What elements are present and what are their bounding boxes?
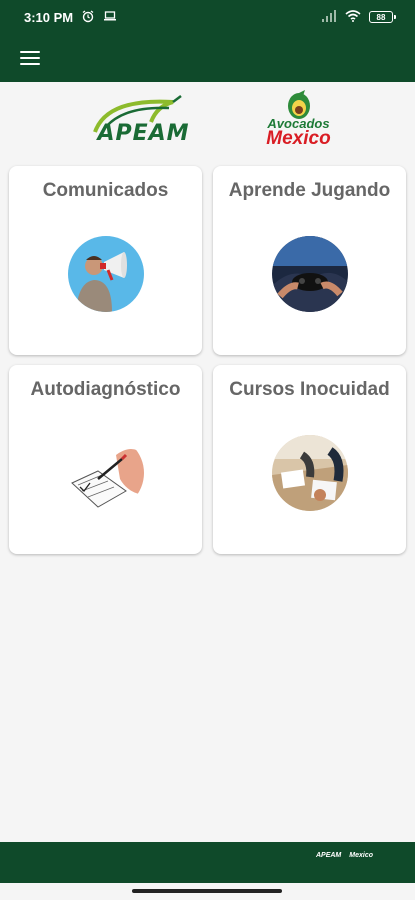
apeam-logo-text: APEAM bbox=[97, 121, 190, 146]
apeam-logo: APEAM bbox=[77, 90, 211, 154]
battery-level: 88 bbox=[376, 12, 386, 22]
game-controller-image bbox=[271, 236, 348, 312]
wifi-icon bbox=[345, 9, 361, 25]
footer-mexico-logo: Mexico bbox=[349, 852, 373, 859]
avocados-mexico-logo: Avocados Mexico bbox=[259, 90, 339, 154]
classroom-image bbox=[271, 435, 348, 511]
megaphone-image bbox=[67, 236, 144, 312]
header-logos: APEAM Avocados Mexico bbox=[0, 82, 415, 162]
gesture-nav-handle[interactable] bbox=[132, 889, 282, 893]
signal-icon bbox=[321, 9, 337, 25]
card-title: Cursos Inocuidad bbox=[229, 379, 390, 400]
checklist-image bbox=[67, 435, 144, 511]
card-aprende-jugando[interactable]: Aprende Jugando bbox=[213, 166, 406, 355]
card-cursos-inocuidad[interactable]: Cursos Inocuidad bbox=[213, 365, 406, 554]
status-bar: 3:10 PM 88 bbox=[0, 0, 415, 34]
menu-grid: Comunicados Aprende Jugando Autodiagnóst… bbox=[9, 166, 407, 554]
card-title: Comunicados bbox=[42, 180, 169, 201]
alarm-icon bbox=[81, 9, 95, 26]
footer-bar: APEAM Mexico bbox=[0, 842, 415, 883]
status-time: 3:10 PM bbox=[24, 9, 74, 25]
card-title: Aprende Jugando bbox=[228, 180, 391, 201]
app-bar bbox=[0, 34, 415, 82]
mexico-text: Mexico bbox=[266, 128, 331, 149]
laptop-icon bbox=[103, 10, 117, 25]
footer-logos: APEAM Mexico bbox=[316, 852, 373, 859]
footer-apeam-logo: APEAM bbox=[315, 852, 342, 859]
hamburger-menu-icon[interactable] bbox=[14, 44, 46, 72]
card-autodiagnostico[interactable]: Autodiagnóstico bbox=[9, 365, 202, 554]
card-title: Autodiagnóstico bbox=[30, 379, 181, 400]
battery-icon: 88 bbox=[369, 11, 396, 23]
card-comunicados[interactable]: Comunicados bbox=[9, 166, 202, 355]
